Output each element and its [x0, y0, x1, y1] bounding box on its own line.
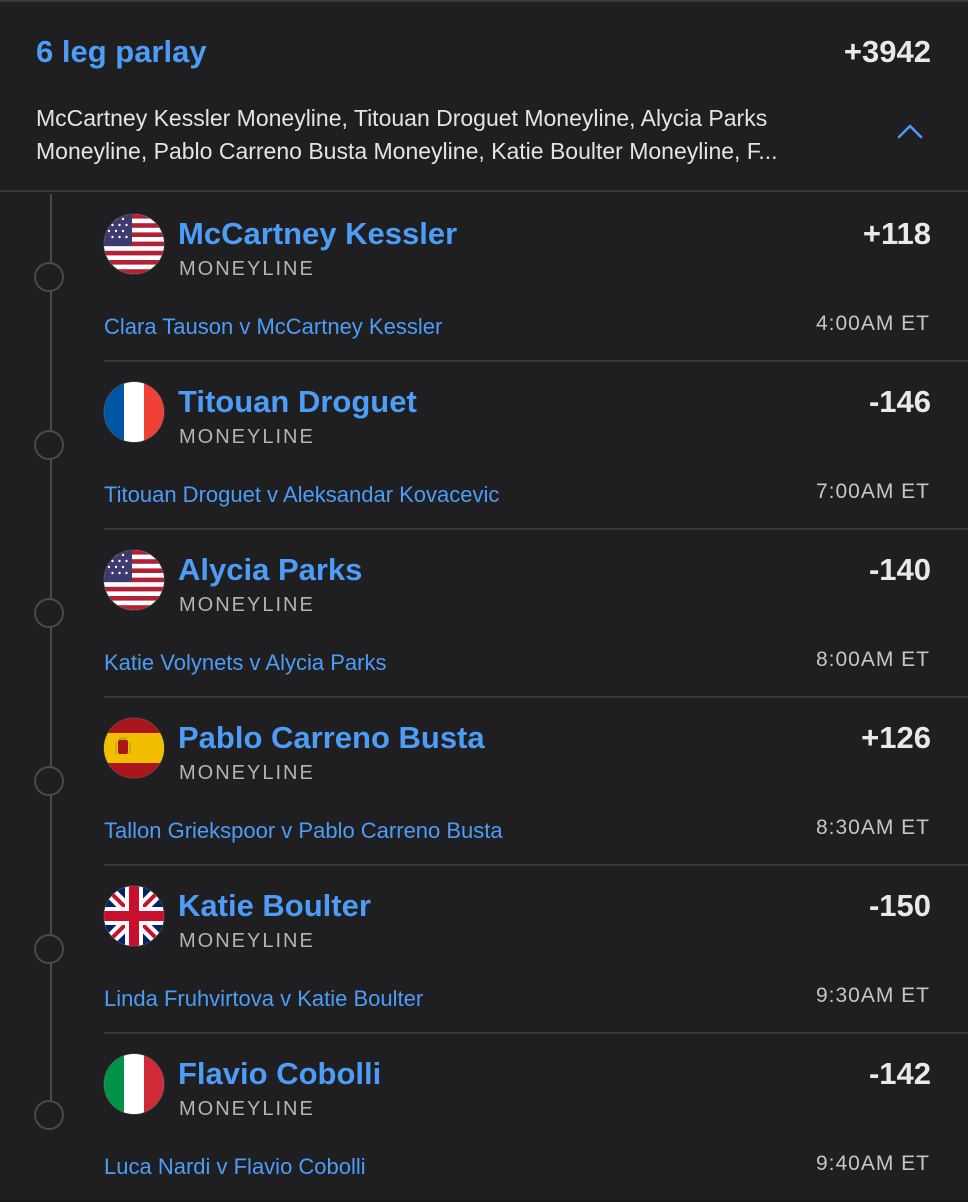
- spain-flag-icon: [104, 718, 164, 778]
- leg-row: Flavio Cobolli MONEYLINE -142 Luca Nardi…: [0, 1034, 968, 1202]
- leg-odds: -140: [868, 552, 931, 587]
- leg-start-time: 7:00AM ET: [815, 480, 930, 503]
- italy-flag-icon: [104, 1054, 164, 1114]
- leg-matchup-link[interactable]: Tallon Griekspoor v Pablo Carreno Busta: [104, 818, 503, 844]
- leg-player-name[interactable]: Pablo Carreno Busta: [178, 720, 485, 756]
- leg-market: MONEYLINE: [179, 594, 315, 616]
- usa-flag-icon: [104, 550, 164, 610]
- parlay-header[interactable]: 6 leg parlay +3942 McCartney Kessler Mon…: [0, 2, 968, 192]
- leg-odds: -142: [868, 1056, 931, 1091]
- parlay-card: 6 leg parlay +3942 McCartney Kessler Mon…: [0, 0, 968, 1200]
- timeline-node: [34, 430, 64, 460]
- usa-flag-icon: [104, 214, 164, 274]
- leg-matchup-link[interactable]: Titouan Droguet v Aleksandar Kovacevic: [104, 482, 499, 508]
- uk-flag-icon: [104, 886, 164, 946]
- leg-odds: -150: [868, 888, 931, 923]
- leg-player-name[interactable]: Titouan Droguet: [178, 384, 417, 420]
- leg-market: MONEYLINE: [179, 258, 315, 280]
- timeline-node: [34, 766, 64, 796]
- leg-market: MONEYLINE: [179, 426, 315, 448]
- leg-odds: +118: [862, 216, 931, 251]
- leg-matchup-link[interactable]: Katie Volynets v Alycia Parks: [104, 650, 386, 676]
- parlay-odds: +3942: [843, 34, 931, 69]
- leg-market: MONEYLINE: [179, 1098, 315, 1120]
- leg-row: Katie Boulter MONEYLINE -150 Linda Fruhv…: [0, 866, 968, 1034]
- leg-row: Titouan Droguet MONEYLINE -146 Titouan D…: [0, 362, 968, 530]
- leg-start-time: 8:00AM ET: [815, 648, 930, 671]
- leg-start-time: 4:00AM ET: [815, 312, 930, 335]
- timeline-node: [34, 598, 64, 628]
- leg-matchup-link[interactable]: Clara Tauson v McCartney Kessler: [104, 314, 442, 340]
- leg-row: Pablo Carreno Busta MONEYLINE +126 Tallo…: [0, 698, 968, 866]
- leg-player-name[interactable]: McCartney Kessler: [178, 216, 457, 252]
- leg-market: MONEYLINE: [179, 762, 315, 784]
- leg-matchup-link[interactable]: Luca Nardi v Flavio Cobolli: [104, 1154, 366, 1180]
- leg-row: McCartney Kessler MONEYLINE +118 Clara T…: [0, 194, 968, 362]
- chevron-up-icon[interactable]: [896, 120, 924, 142]
- parlay-title: 6 leg parlay: [36, 34, 207, 69]
- leg-start-time: 8:30AM ET: [815, 816, 930, 839]
- timeline-node: [34, 1100, 64, 1130]
- leg-odds: +126: [861, 720, 931, 755]
- leg-player-name[interactable]: Alycia Parks: [178, 552, 362, 588]
- leg-market: MONEYLINE: [179, 930, 315, 952]
- france-flag-icon: [104, 382, 164, 442]
- leg-start-time: 9:30AM ET: [815, 984, 930, 1007]
- parlay-summary: McCartney Kessler Moneyline, Titouan Dro…: [36, 105, 778, 164]
- leg-player-name[interactable]: Katie Boulter: [178, 888, 371, 924]
- leg-row: Alycia Parks MONEYLINE -140 Katie Volyne…: [0, 530, 968, 698]
- leg-player-name[interactable]: Flavio Cobolli: [178, 1056, 381, 1092]
- leg-odds: -146: [868, 384, 931, 419]
- timeline-node: [34, 934, 64, 964]
- leg-start-time: 9:40AM ET: [815, 1152, 930, 1175]
- timeline-node: [34, 262, 64, 292]
- leg-matchup-link[interactable]: Linda Fruhvirtova v Katie Boulter: [104, 986, 423, 1012]
